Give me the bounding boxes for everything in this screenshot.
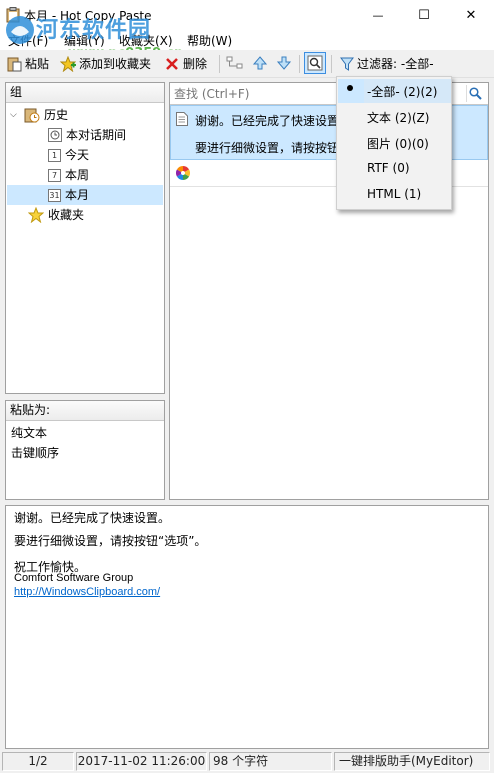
preview-line-1: 谢谢。已经完成了快速设置。 xyxy=(14,511,171,525)
add-to-favorites-button[interactable]: 添加到收藏夹 xyxy=(60,55,151,72)
paste-as-panel: 粘贴为: 纯文本 击键顺序 xyxy=(5,400,165,500)
paste-as-plain-text[interactable]: 纯文本 xyxy=(11,424,47,441)
paste-button[interactable]: 粘贴 xyxy=(6,55,49,72)
status-char-count: 98 个字符 xyxy=(209,752,332,771)
minimize-button[interactable]: — xyxy=(355,0,401,30)
color-wheel-icon xyxy=(176,166,190,180)
toolbar-separator xyxy=(219,55,220,73)
tree-item-month[interactable]: 31 本月 xyxy=(48,185,89,205)
paste-as-header: 粘贴为: xyxy=(6,401,164,421)
funnel-icon xyxy=(340,57,354,71)
history-clock-icon xyxy=(24,108,40,123)
tree-item-history[interactable]: ⌵ 历史 xyxy=(10,105,68,125)
calendar-31-icon: 31 xyxy=(48,188,61,202)
filter-label: 过滤器: -全部- xyxy=(357,57,434,71)
preview-line-4: Comfort Software Group xyxy=(14,572,134,584)
calendar-7-icon: 7 xyxy=(48,168,61,182)
tree-structure-icon xyxy=(226,56,243,69)
tree-item-favorites[interactable]: 收藏夹 xyxy=(28,205,84,225)
magnifier-icon xyxy=(307,55,323,71)
search-button[interactable] xyxy=(466,85,484,102)
close-button[interactable]: ✕ xyxy=(448,0,494,30)
group-panel-header: 组 xyxy=(6,83,164,103)
tree-item-session[interactable]: 本对话期间 xyxy=(48,125,126,145)
arrow-up-icon xyxy=(252,56,268,70)
paste-label: 粘贴 xyxy=(25,57,50,71)
search-icon xyxy=(469,87,482,100)
move-up-button[interactable] xyxy=(252,55,268,71)
tree-item-today[interactable]: 1 今天 xyxy=(48,145,89,165)
delete-x-icon xyxy=(166,57,178,70)
close-icon: ✕ xyxy=(465,7,477,23)
collapse-chevron-icon[interactable]: ⌵ xyxy=(10,105,20,125)
tree-label-week: 本周 xyxy=(65,168,90,182)
add-favorite-icon xyxy=(60,55,76,72)
maximize-icon: ☐ xyxy=(418,7,430,23)
paste-icon xyxy=(7,57,22,71)
radio-bullet-icon xyxy=(347,85,353,91)
tree-label-history: 历史 xyxy=(44,108,69,122)
filter-option-html[interactable]: HTML (1) xyxy=(367,187,421,201)
tree-label-today: 今天 xyxy=(65,148,90,162)
star-icon xyxy=(28,207,44,223)
text-document-icon xyxy=(176,112,188,126)
status-datetime: 2017-11-02 11:26:00 xyxy=(76,752,207,771)
watermark-title: 河东软件园 xyxy=(36,18,152,43)
maximize-button[interactable]: ☐ xyxy=(401,0,447,30)
minimize-icon: — xyxy=(372,8,384,22)
tree-label-month: 本月 xyxy=(65,188,90,202)
add-favorite-label: 添加到收藏夹 xyxy=(79,57,152,71)
delete-button[interactable]: 删除 xyxy=(164,55,207,72)
toolbar-separator xyxy=(299,55,300,73)
move-down-button[interactable] xyxy=(276,55,292,71)
toolbar-separator xyxy=(331,55,332,73)
watermark-logo-icon xyxy=(6,16,34,44)
menu-help[interactable]: 帮助(W) xyxy=(187,32,232,49)
preview-line-2: 要进行细微设置，请按按钮“选项”。 xyxy=(14,534,207,548)
clock-icon xyxy=(48,128,62,142)
tree-view-button[interactable] xyxy=(226,55,244,71)
filter-button[interactable]: 过滤器: -全部- xyxy=(340,55,434,72)
clip-line-1: 谢谢。已经完成了快速设置 xyxy=(195,114,340,128)
arrow-down-icon xyxy=(276,56,292,70)
filter-option-all[interactable]: -全部- (2)(2) xyxy=(367,83,437,100)
preview-link[interactable]: http://WindowsClipboard.com/ xyxy=(14,586,160,598)
filter-option-text[interactable]: 文本 (2)(Z) xyxy=(367,109,429,126)
clip-line-2: 要进行细微设置，请按按钮 xyxy=(195,141,340,155)
filter-option-rtf[interactable]: RTF (0) xyxy=(367,161,410,175)
paste-as-keystrokes[interactable]: 击键顺序 xyxy=(11,444,59,461)
tree-label-session: 本对话期间 xyxy=(66,128,127,142)
filter-option-image[interactable]: 图片 (0)(0) xyxy=(367,135,429,152)
delete-label: 删除 xyxy=(183,57,208,71)
preview-panel[interactable]: 谢谢。已经完成了快速设置。 要进行细微设置，请按按钮“选项”。 祝工作愉快。 C… xyxy=(5,505,489,749)
group-panel: 组 ⌵ 历史 本对话期间 1 今天 7 本周 31 本月 收藏夹 xyxy=(5,82,165,394)
filter-dropdown-menu: -全部- (2)(2) 文本 (2)(Z) 图片 (0)(0) RTF (0) … xyxy=(336,76,452,210)
find-button[interactable] xyxy=(304,52,326,74)
calendar-1-icon: 1 xyxy=(48,148,61,162)
tree-label-favorites: 收藏夹 xyxy=(48,208,85,222)
checked-item-highlight xyxy=(338,79,364,103)
status-editor[interactable]: 一键排版助手(MyEditor) xyxy=(334,752,490,771)
tree-item-week[interactable]: 7 本周 xyxy=(48,165,89,185)
status-position: 1/2 xyxy=(2,752,74,771)
